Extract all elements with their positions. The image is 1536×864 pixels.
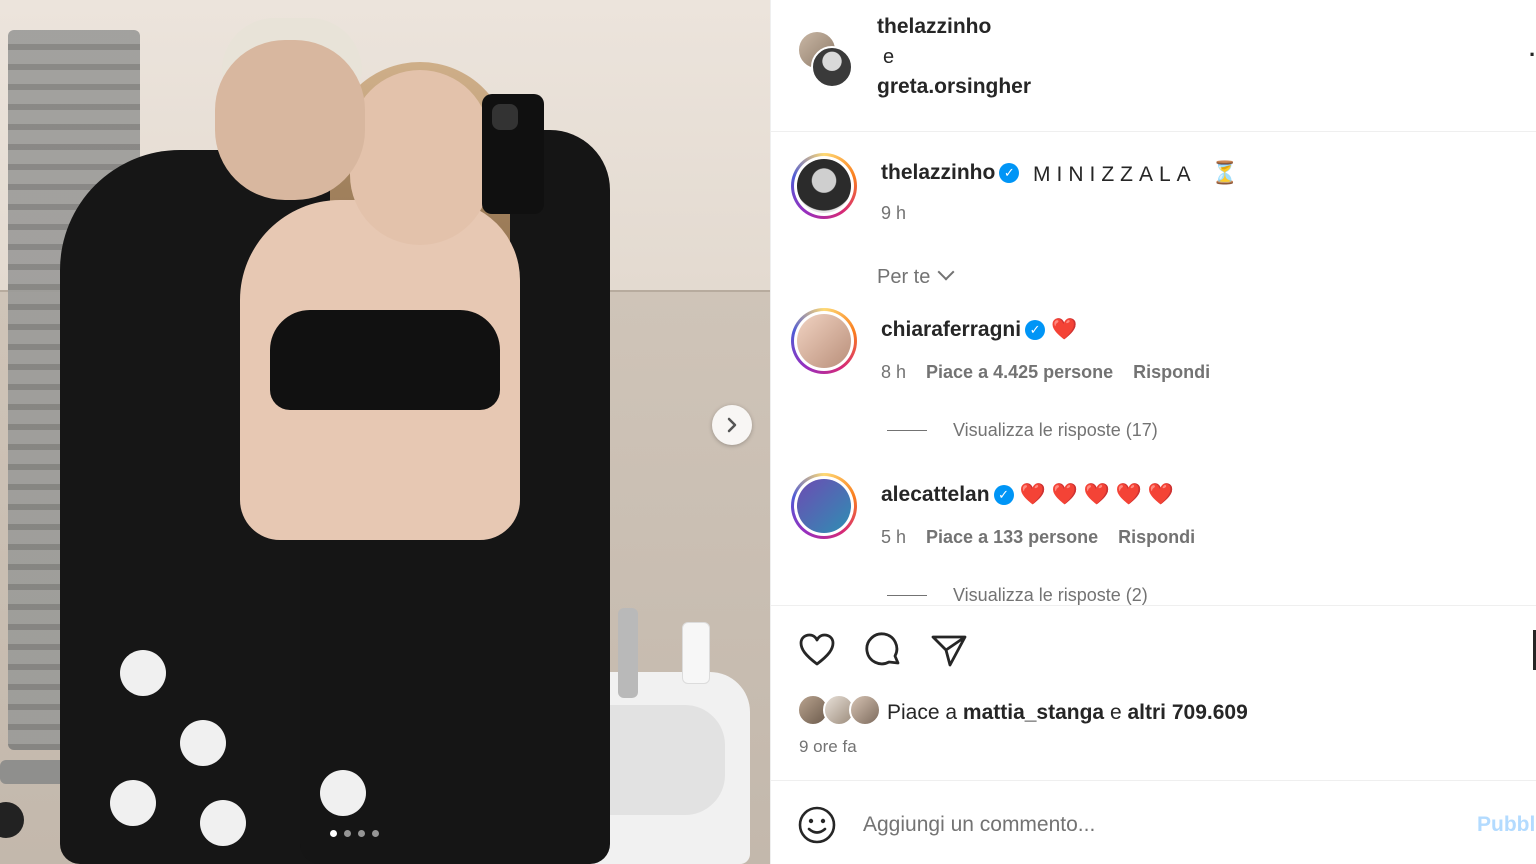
verified-badge-icon: ✓ [999, 163, 1020, 183]
comment-text: ❤️ [1051, 318, 1078, 341]
comment-timestamp[interactable]: 8 h [881, 362, 906, 383]
verified-badge-icon: ✓ [993, 485, 1014, 505]
carousel-dot [358, 830, 365, 837]
comment-likes[interactable]: Piace a 4.425 persone [926, 362, 1113, 383]
add-comment-bar: Pubblica [771, 780, 1536, 864]
comments-list[interactable]: thelazzinho ✓ MINIZZALA ⏳ 9 h Per te chia… [771, 133, 1536, 605]
caption-avatar[interactable] [791, 153, 857, 219]
comment-username[interactable]: alecattelan ✓ ❤️ ❤️ ❤️ ❤️ ❤️ [881, 483, 1174, 507]
post-timestamp[interactable]: 9 ore fa [799, 737, 857, 757]
heart-icon[interactable] [797, 630, 837, 670]
comment-avatar[interactable] [791, 308, 857, 374]
carousel-dot [330, 830, 337, 837]
comment-avatar[interactable] [791, 473, 857, 539]
publish-button[interactable]: Pubblica [1477, 813, 1536, 837]
author-username[interactable]: thelazzinho [877, 15, 991, 39]
reply-button[interactable]: Rispondi [1118, 527, 1195, 548]
avatar [811, 46, 853, 88]
post-actions: Piace a mattia_stanga e altri 709.609 9 … [771, 605, 1536, 780]
comment-input[interactable] [863, 803, 1453, 847]
hourglass-emoji: ⏳ [1211, 160, 1239, 185]
comment-likes[interactable]: Piace a 133 persone [926, 527, 1098, 548]
chevron-right-icon [727, 417, 737, 433]
view-replies-button[interactable]: Visualizza le risposte (2) [887, 585, 1148, 605]
post-photo[interactable] [0, 0, 770, 864]
caption-timestamp[interactable]: 9 h [881, 203, 906, 224]
post-side-panel: thelazzinho e greta.orsingher · thelazzi… [770, 0, 1536, 864]
carousel-indicator [330, 830, 379, 837]
caption-username[interactable]: thelazzinho ✓ [881, 161, 1020, 185]
comment-timestamp[interactable]: 5 h [881, 527, 906, 548]
comment-meta: 5 h Piace a 133 persone Rispondi [881, 527, 1195, 548]
emoji-icon[interactable] [797, 805, 837, 845]
collab-avatars[interactable] [797, 30, 855, 88]
reply-button[interactable]: Rispondi [1133, 362, 1210, 383]
caption-text: MINIZZALA [1033, 163, 1197, 186]
likes-summary[interactable]: Piace a mattia_stanga e altri 709.609 [887, 701, 1248, 725]
view-replies-button[interactable]: Visualizza le risposte (17) [887, 420, 1158, 441]
verified-badge-icon: ✓ [1025, 320, 1046, 340]
post-header: thelazzinho e greta.orsingher · [771, 0, 1536, 132]
comment-sort-dropdown[interactable]: Per te [877, 263, 955, 289]
comment-text: ❤️ ❤️ ❤️ ❤️ ❤️ [1019, 483, 1174, 506]
collaborator-username[interactable]: greta.orsingher [877, 75, 1031, 99]
likers-avatars[interactable] [797, 694, 881, 728]
comment-icon[interactable] [863, 630, 903, 670]
carousel-dot [372, 830, 379, 837]
comment-username[interactable]: chiaraferragni ✓ ❤️ [881, 318, 1077, 342]
chevron-down-icon [937, 263, 955, 281]
liker-username[interactable]: mattia_stanga [963, 701, 1104, 724]
collab-conjunction: e [883, 46, 895, 68]
avatar [849, 694, 881, 726]
carousel-dot [344, 830, 351, 837]
share-icon[interactable] [929, 630, 969, 670]
carousel-next-button[interactable] [712, 405, 752, 445]
more-options-icon[interactable]: · [1529, 42, 1536, 68]
comment-meta: 8 h Piace a 4.425 persone Rispondi [881, 362, 1210, 383]
likes-count[interactable]: altri 709.609 [1127, 701, 1247, 724]
